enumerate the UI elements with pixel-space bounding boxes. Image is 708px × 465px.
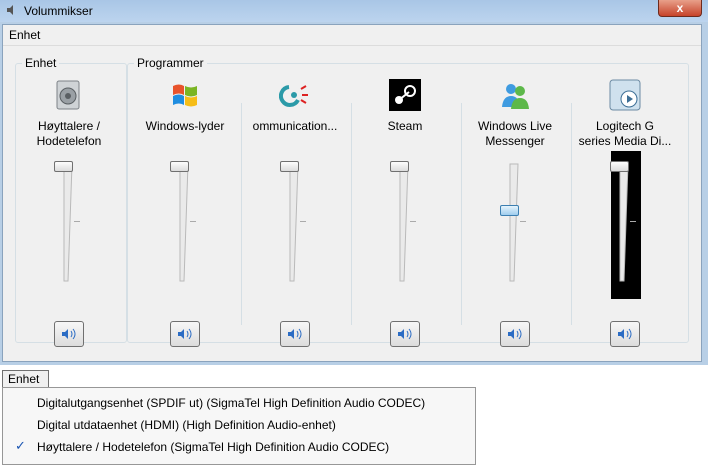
channel-windows-live-messenger: Windows Live Messenger [460, 73, 570, 347]
slider-tick [630, 221, 636, 222]
device-group-label: Enhet [22, 56, 60, 70]
channel-name: Logitech Gseries Media Di... [578, 119, 672, 148]
steam-icon [389, 79, 421, 111]
volume-mixer-window: Volummikser x Enhet Enhet Programmer Høy [0, 0, 708, 365]
slider-thumb[interactable] [54, 161, 73, 172]
speaker-volume-icon [508, 328, 522, 340]
speaker-volume-icon [178, 328, 192, 340]
close-icon: x [676, 1, 684, 15]
slider-tick [300, 221, 306, 222]
volume-icon [7, 5, 13, 15]
volume-slider[interactable] [54, 161, 80, 283]
channel-name: ommunication... [252, 119, 338, 133]
slider-track [289, 163, 299, 282]
title-bar[interactable]: Volummikser x [0, 0, 708, 22]
slider-track [179, 163, 189, 282]
channel-windows-lyder: Windows-lyder [130, 73, 240, 347]
slider-thumb[interactable] [500, 205, 519, 216]
speaker-volume-icon [398, 328, 412, 340]
apps-group-label: Programmer [134, 56, 207, 70]
channel-name: Windows Live Messenger [477, 119, 553, 148]
logitech-icon [279, 85, 308, 107]
volume-slider[interactable] [280, 161, 306, 283]
mixer-client-area: Enhet Enhet Programmer Høyttalere / Hodet… [2, 24, 702, 362]
slider-tick [410, 221, 416, 222]
slider-thumb[interactable] [390, 161, 409, 172]
slider-thumb[interactable] [170, 161, 189, 172]
slider-tick [74, 221, 80, 222]
channel-steam: Steam [350, 73, 460, 347]
slider-track [63, 163, 73, 282]
windows-logo-icon [173, 84, 197, 107]
slider-track [619, 163, 629, 282]
checkmark-icon: ✓ [15, 438, 26, 453]
mute-button[interactable] [280, 321, 310, 347]
channel-name: Steam [387, 119, 423, 133]
mute-button[interactable] [54, 321, 84, 347]
volume-slider[interactable] [390, 161, 416, 283]
mute-button[interactable] [170, 321, 200, 347]
messenger-icon [502, 84, 529, 109]
slider-thumb[interactable] [280, 161, 299, 172]
channel-name: Høyttalere / Hodetelefon [36, 119, 102, 148]
window-title: Volummikser [24, 4, 93, 18]
mute-button[interactable] [500, 321, 530, 347]
speaker-volume-icon [62, 328, 76, 340]
device-menu-item[interactable]: Digitalutgangsenhet (SPDIF ut) (SigmaTel… [37, 396, 425, 410]
speaker-icon [56, 80, 80, 110]
media-display-icon [609, 79, 641, 111]
channel-logitech-media-display: Logitech Gseries Media Di... [570, 73, 680, 347]
menu-bar: Enhet [3, 25, 701, 46]
slider-tick [190, 221, 196, 222]
volume-slider[interactable] [500, 161, 526, 283]
device-menu-item[interactable]: Digital utdataenhet (HDMI) (High Definit… [37, 418, 336, 432]
speaker-volume-icon [618, 328, 632, 340]
channel-communication: ommunication... [240, 73, 350, 347]
volume-slider[interactable] [610, 161, 636, 283]
device-menu-item[interactable]: Høyttalere / Hodetelefon (SigmaTel High … [37, 440, 389, 454]
menu-enhet[interactable]: Enhet [9, 28, 40, 42]
device-dropdown-menu: Digitalutgangsenhet (SPDIF ut) (SigmaTel… [2, 387, 476, 465]
mute-button[interactable] [610, 321, 640, 347]
device-menu-button[interactable]: Enhet [2, 370, 49, 388]
slider-track [399, 163, 409, 282]
close-button[interactable]: x [658, 0, 702, 17]
volume-slider[interactable] [170, 161, 196, 283]
slider-track [509, 163, 519, 282]
channel-speakers: Høyttalere / Hodetelefon [14, 73, 124, 347]
slider-thumb[interactable] [610, 161, 629, 172]
channel-name: Windows-lyder [145, 119, 225, 133]
mute-button[interactable] [390, 321, 420, 347]
speaker-volume-icon [288, 328, 302, 340]
slider-tick [520, 221, 526, 222]
